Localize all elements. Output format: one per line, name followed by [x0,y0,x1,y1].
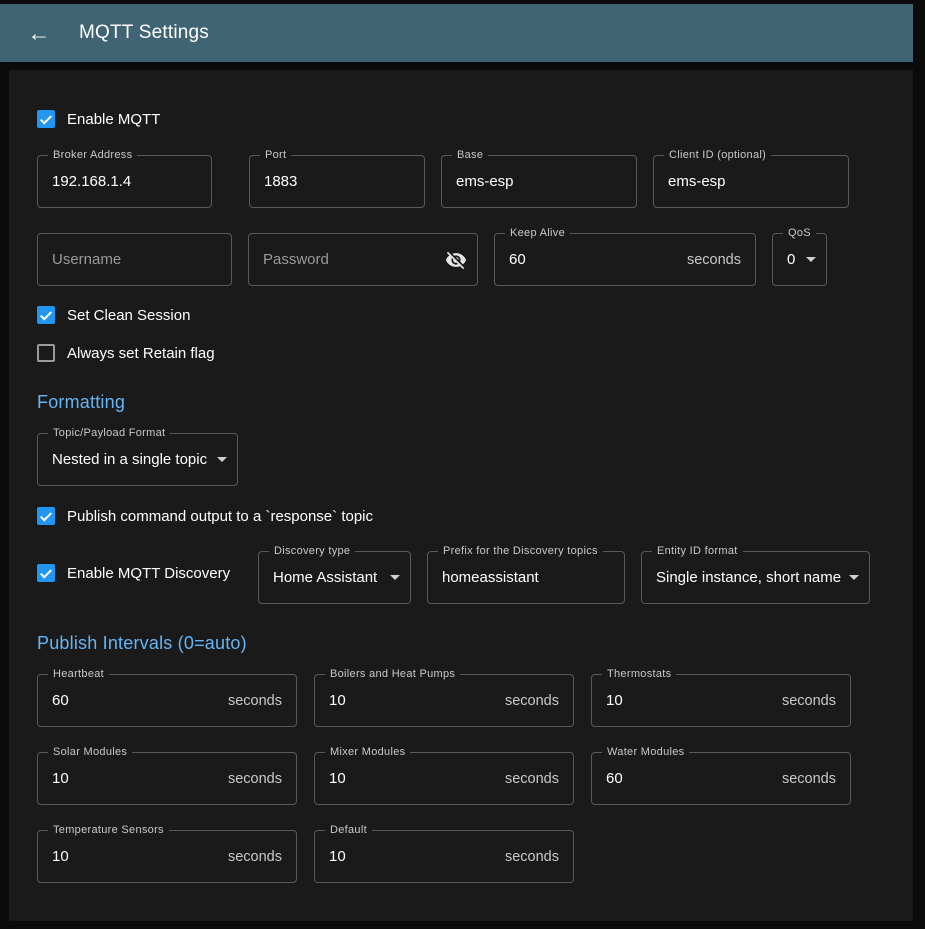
enable-discovery-label: Enable MQTT Discovery [67,565,230,582]
broker-address-label: Broker Address [48,148,137,163]
discovery-type-select[interactable]: Discovery type Home Assistant [258,551,411,604]
clean-session-label: Set Clean Session [67,307,190,324]
unit-suffix: seconds [782,771,850,787]
formatting-heading: Formatting [37,392,885,413]
enable-discovery-row[interactable]: Enable MQTT Discovery [37,564,258,582]
entity-id-format-label: Entity ID format [652,544,743,559]
clean-session-checkbox[interactable] [37,306,55,324]
keep-alive-unit: seconds [687,252,755,268]
entity-id-format-value: Single instance, short name [642,569,849,586]
password-field[interactable] [248,233,478,286]
interval-label: Solar Modules [48,745,132,760]
topic-format-select[interactable]: Topic/Payload Format Nested in a single … [37,433,238,486]
interval-label: Default [325,823,372,838]
enable-mqtt-checkbox[interactable] [37,110,55,128]
interval-label: Mixer Modules [325,745,410,760]
retain-flag-label: Always set Retain flag [67,345,215,362]
dropdown-caret-icon [806,257,816,262]
app-bar: ← MQTT Settings [0,4,913,62]
interval-field-water[interactable]: Water Modules seconds [591,752,851,805]
broker-address-input[interactable] [38,156,211,207]
interval-label: Heartbeat [48,667,109,682]
discovery-type-label: Discovery type [269,544,355,559]
keep-alive-input[interactable] [495,234,687,285]
interval-input[interactable] [315,675,505,726]
discovery-prefix-label: Prefix for the Discovery topics [438,544,603,559]
interval-field-temperature-sensors[interactable]: Temperature Sensors seconds [37,830,297,883]
unit-suffix: seconds [505,771,573,787]
client-id-input[interactable] [654,156,848,207]
entity-id-format-select[interactable]: Entity ID format Single instance, short … [641,551,870,604]
interval-field-mixer[interactable]: Mixer Modules seconds [314,752,574,805]
eye-off-icon[interactable] [445,249,467,271]
interval-field-boilers[interactable]: Boilers and Heat Pumps seconds [314,674,574,727]
page-title: MQTT Settings [79,22,209,44]
settings-panel: Enable MQTT Broker Address Port Base Cli… [9,70,913,921]
unit-suffix: seconds [782,693,850,709]
publish-intervals-heading: Publish Intervals (0=auto) [37,633,885,654]
interval-input[interactable] [38,675,228,726]
publish-response-checkbox[interactable] [37,507,55,525]
dropdown-caret-icon [849,575,859,580]
interval-input[interactable] [592,753,782,804]
enable-mqtt-row[interactable]: Enable MQTT [37,110,885,128]
interval-label: Thermostats [602,667,676,682]
interval-input[interactable] [592,675,782,726]
port-field[interactable]: Port [249,155,425,208]
discovery-prefix-field[interactable]: Prefix for the Discovery topics [427,551,625,604]
qos-select[interactable]: QoS 0 [772,233,827,286]
keep-alive-field[interactable]: Keep Alive seconds [494,233,756,286]
base-field[interactable]: Base [441,155,637,208]
interval-label: Boilers and Heat Pumps [325,667,460,682]
interval-input[interactable] [315,753,505,804]
interval-input[interactable] [315,831,505,882]
unit-suffix: seconds [228,849,296,865]
discovery-prefix-input[interactable] [428,552,624,603]
unit-suffix: seconds [228,771,296,787]
keep-alive-label: Keep Alive [505,226,570,241]
interval-field-default[interactable]: Default seconds [314,830,574,883]
interval-label: Temperature Sensors [48,823,169,838]
dropdown-caret-icon [390,575,400,580]
retain-flag-row[interactable]: Always set Retain flag [37,344,885,362]
topic-format-row: Topic/Payload Format Nested in a single … [37,433,885,486]
port-input[interactable] [250,156,424,207]
qos-value: 0 [773,251,806,268]
topic-format-value: Nested in a single topic [38,451,217,468]
base-input[interactable] [442,156,636,207]
broker-fields-row: Broker Address Port Base Client ID (opti… [37,155,885,208]
dropdown-caret-icon [217,457,227,462]
unit-suffix: seconds [505,849,573,865]
interval-label: Water Modules [602,745,689,760]
credentials-row: Keep Alive seconds QoS 0 [37,233,885,286]
interval-input[interactable] [38,753,228,804]
discovery-row: Enable MQTT Discovery Discovery type Hom… [37,551,885,604]
publish-response-label: Publish command output to a `response` t… [67,508,373,525]
back-arrow-icon[interactable]: ← [26,22,52,45]
interval-field-heartbeat[interactable]: Heartbeat seconds [37,674,297,727]
interval-input[interactable] [38,831,228,882]
enable-discovery-checkbox[interactable] [37,564,55,582]
password-input[interactable] [249,234,445,285]
topic-format-label: Topic/Payload Format [48,426,170,441]
discovery-type-value: Home Assistant [259,569,390,586]
enable-mqtt-label: Enable MQTT [67,111,160,128]
port-label: Port [260,148,291,163]
interval-field-solar[interactable]: Solar Modules seconds [37,752,297,805]
base-label: Base [452,148,488,163]
unit-suffix: seconds [228,693,296,709]
broker-address-field[interactable]: Broker Address [37,155,212,208]
unit-suffix: seconds [505,693,573,709]
client-id-label: Client ID (optional) [664,148,771,163]
intervals-grid: Heartbeat seconds Boilers and Heat Pumps… [37,674,885,883]
client-id-field[interactable]: Client ID (optional) [653,155,849,208]
qos-label: QoS [783,226,816,241]
username-field[interactable] [37,233,232,286]
clean-session-row[interactable]: Set Clean Session [37,306,885,324]
interval-field-thermostats[interactable]: Thermostats seconds [591,674,851,727]
publish-response-row[interactable]: Publish command output to a `response` t… [37,507,885,525]
username-input[interactable] [38,234,231,285]
retain-flag-checkbox[interactable] [37,344,55,362]
